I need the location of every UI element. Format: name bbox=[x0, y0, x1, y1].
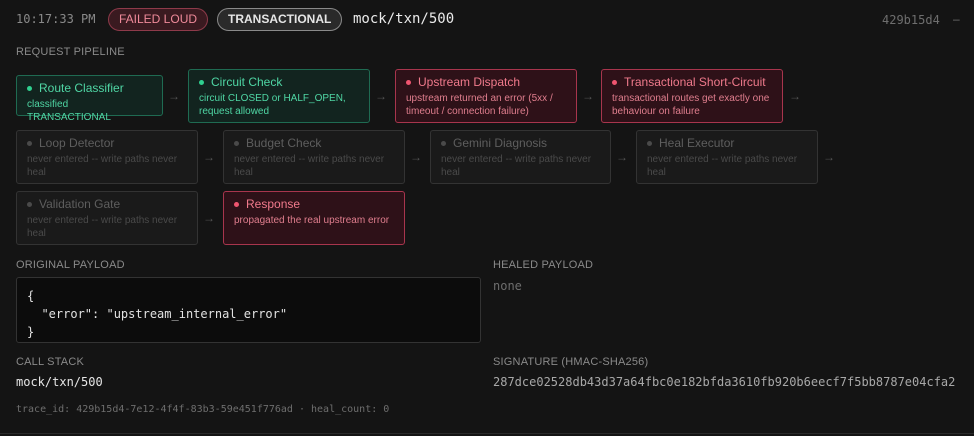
node-desc: never entered -- write paths never heal bbox=[27, 154, 178, 178]
pipeline-node-validation-gate[interactable]: Validation Gate never entered -- write p… bbox=[16, 191, 198, 245]
status-dot-icon bbox=[441, 141, 446, 146]
route-title: mock/txn/500 bbox=[353, 11, 455, 27]
node-title: Validation Gate bbox=[39, 197, 121, 211]
trace-id-short: 429b15d4 bbox=[882, 13, 940, 27]
mode-badge: TRANSACTIONAL bbox=[217, 8, 343, 31]
node-desc: never entered -- write paths never heal bbox=[27, 215, 178, 239]
node-desc: propagated the real upstream error bbox=[234, 215, 390, 226]
node-desc: never entered -- write paths never heal bbox=[441, 154, 592, 178]
status-dot-icon bbox=[234, 141, 239, 146]
original-payload-label: ORIGINAL PAYLOAD bbox=[16, 259, 125, 271]
pipeline-node-gemini-diagnosis[interactable]: Gemini Diagnosis never entered -- write … bbox=[430, 130, 611, 184]
original-payload-code[interactable]: { "error": "upstream_internal_error" } bbox=[16, 277, 481, 343]
pipeline-node-upstream-dispatch[interactable]: Upstream Dispatch upstream returned an e… bbox=[395, 69, 577, 123]
healed-payload-label: HEALED PAYLOAD bbox=[493, 259, 594, 271]
pipeline-label: REQUEST PIPELINE bbox=[16, 46, 125, 58]
arrow-icon: → bbox=[168, 89, 180, 103]
arrow-icon: → bbox=[616, 150, 628, 164]
pipeline-node-budget-check[interactable]: Budget Check never entered -- write path… bbox=[223, 130, 405, 184]
node-title: Gemini Diagnosis bbox=[453, 136, 548, 150]
node-desc: never entered -- write paths never heal bbox=[647, 154, 798, 178]
arrow-icon: → bbox=[375, 89, 387, 103]
status-dot-icon bbox=[27, 202, 32, 207]
signature-value: 287dce02528db43d37a64fbc0e182bfda3610fb9… bbox=[493, 375, 956, 389]
arrow-icon: → bbox=[203, 150, 215, 164]
node-title: Heal Executor bbox=[659, 136, 735, 150]
status-dot-icon bbox=[199, 80, 204, 85]
status-dot-icon bbox=[234, 202, 239, 207]
healed-payload-value: none bbox=[493, 279, 522, 293]
node-desc: never entered -- write paths never heal bbox=[234, 154, 385, 178]
node-title: Response bbox=[246, 197, 301, 211]
arrow-icon: → bbox=[410, 150, 422, 164]
pipeline-node-heal-executor[interactable]: Heal Executor never entered -- write pat… bbox=[636, 130, 818, 184]
node-title: Route Classifier bbox=[39, 81, 124, 95]
node-title: Loop Detector bbox=[39, 136, 115, 150]
call-stack-label: CALL STACK bbox=[16, 356, 85, 368]
header-bar: 10:17:33 PM FAILED LOUD TRANSACTIONAL mo… bbox=[0, 0, 974, 40]
node-title: Upstream Dispatch bbox=[418, 75, 521, 89]
node-title: Circuit Check bbox=[211, 75, 283, 89]
arrow-icon: → bbox=[203, 211, 215, 225]
status-dot-icon bbox=[27, 86, 32, 91]
collapse-toggle[interactable]: – bbox=[953, 12, 960, 26]
arrow-icon: → bbox=[823, 150, 835, 164]
node-desc: upstream returned an error (5xx / timeou… bbox=[406, 93, 553, 117]
status-dot-icon bbox=[406, 80, 411, 85]
divider bbox=[0, 433, 974, 434]
trace-footer: trace_id: 429b15d4-7e12-4f4f-83b3-59e451… bbox=[16, 404, 390, 415]
status-badge: FAILED LOUD bbox=[108, 8, 209, 31]
signature-label: SIGNATURE (HMAC-SHA256) bbox=[493, 356, 649, 368]
status-dot-icon bbox=[647, 141, 652, 146]
node-desc: transactional routes get exactly one beh… bbox=[612, 93, 770, 117]
pipeline-node-circuit-check[interactable]: Circuit Check circuit CLOSED or HALF_OPE… bbox=[188, 69, 370, 123]
arrow-icon: → bbox=[789, 89, 801, 103]
pipeline-node-transactional-short-circuit[interactable]: Transactional Short-Circuit transactiona… bbox=[601, 69, 783, 123]
pipeline-node-route-classifier[interactable]: Route Classifier classified TRANSACTIONA… bbox=[16, 75, 163, 123]
timestamp: 10:17:33 PM bbox=[16, 12, 96, 26]
status-dot-icon bbox=[612, 80, 617, 85]
node-title: Budget Check bbox=[246, 136, 322, 150]
status-dot-icon bbox=[27, 141, 32, 146]
node-title: Transactional Short-Circuit bbox=[624, 75, 766, 89]
node-desc: classified TRANSACTIONAL bbox=[27, 99, 111, 123]
call-stack-value: mock/txn/500 bbox=[16, 375, 103, 389]
node-desc: circuit CLOSED or HALF_OPEN, request all… bbox=[199, 93, 346, 117]
arrow-icon: → bbox=[582, 89, 594, 103]
pipeline-node-response[interactable]: Response propagated the real upstream er… bbox=[223, 191, 405, 245]
pipeline-node-loop-detector[interactable]: Loop Detector never entered -- write pat… bbox=[16, 130, 198, 184]
